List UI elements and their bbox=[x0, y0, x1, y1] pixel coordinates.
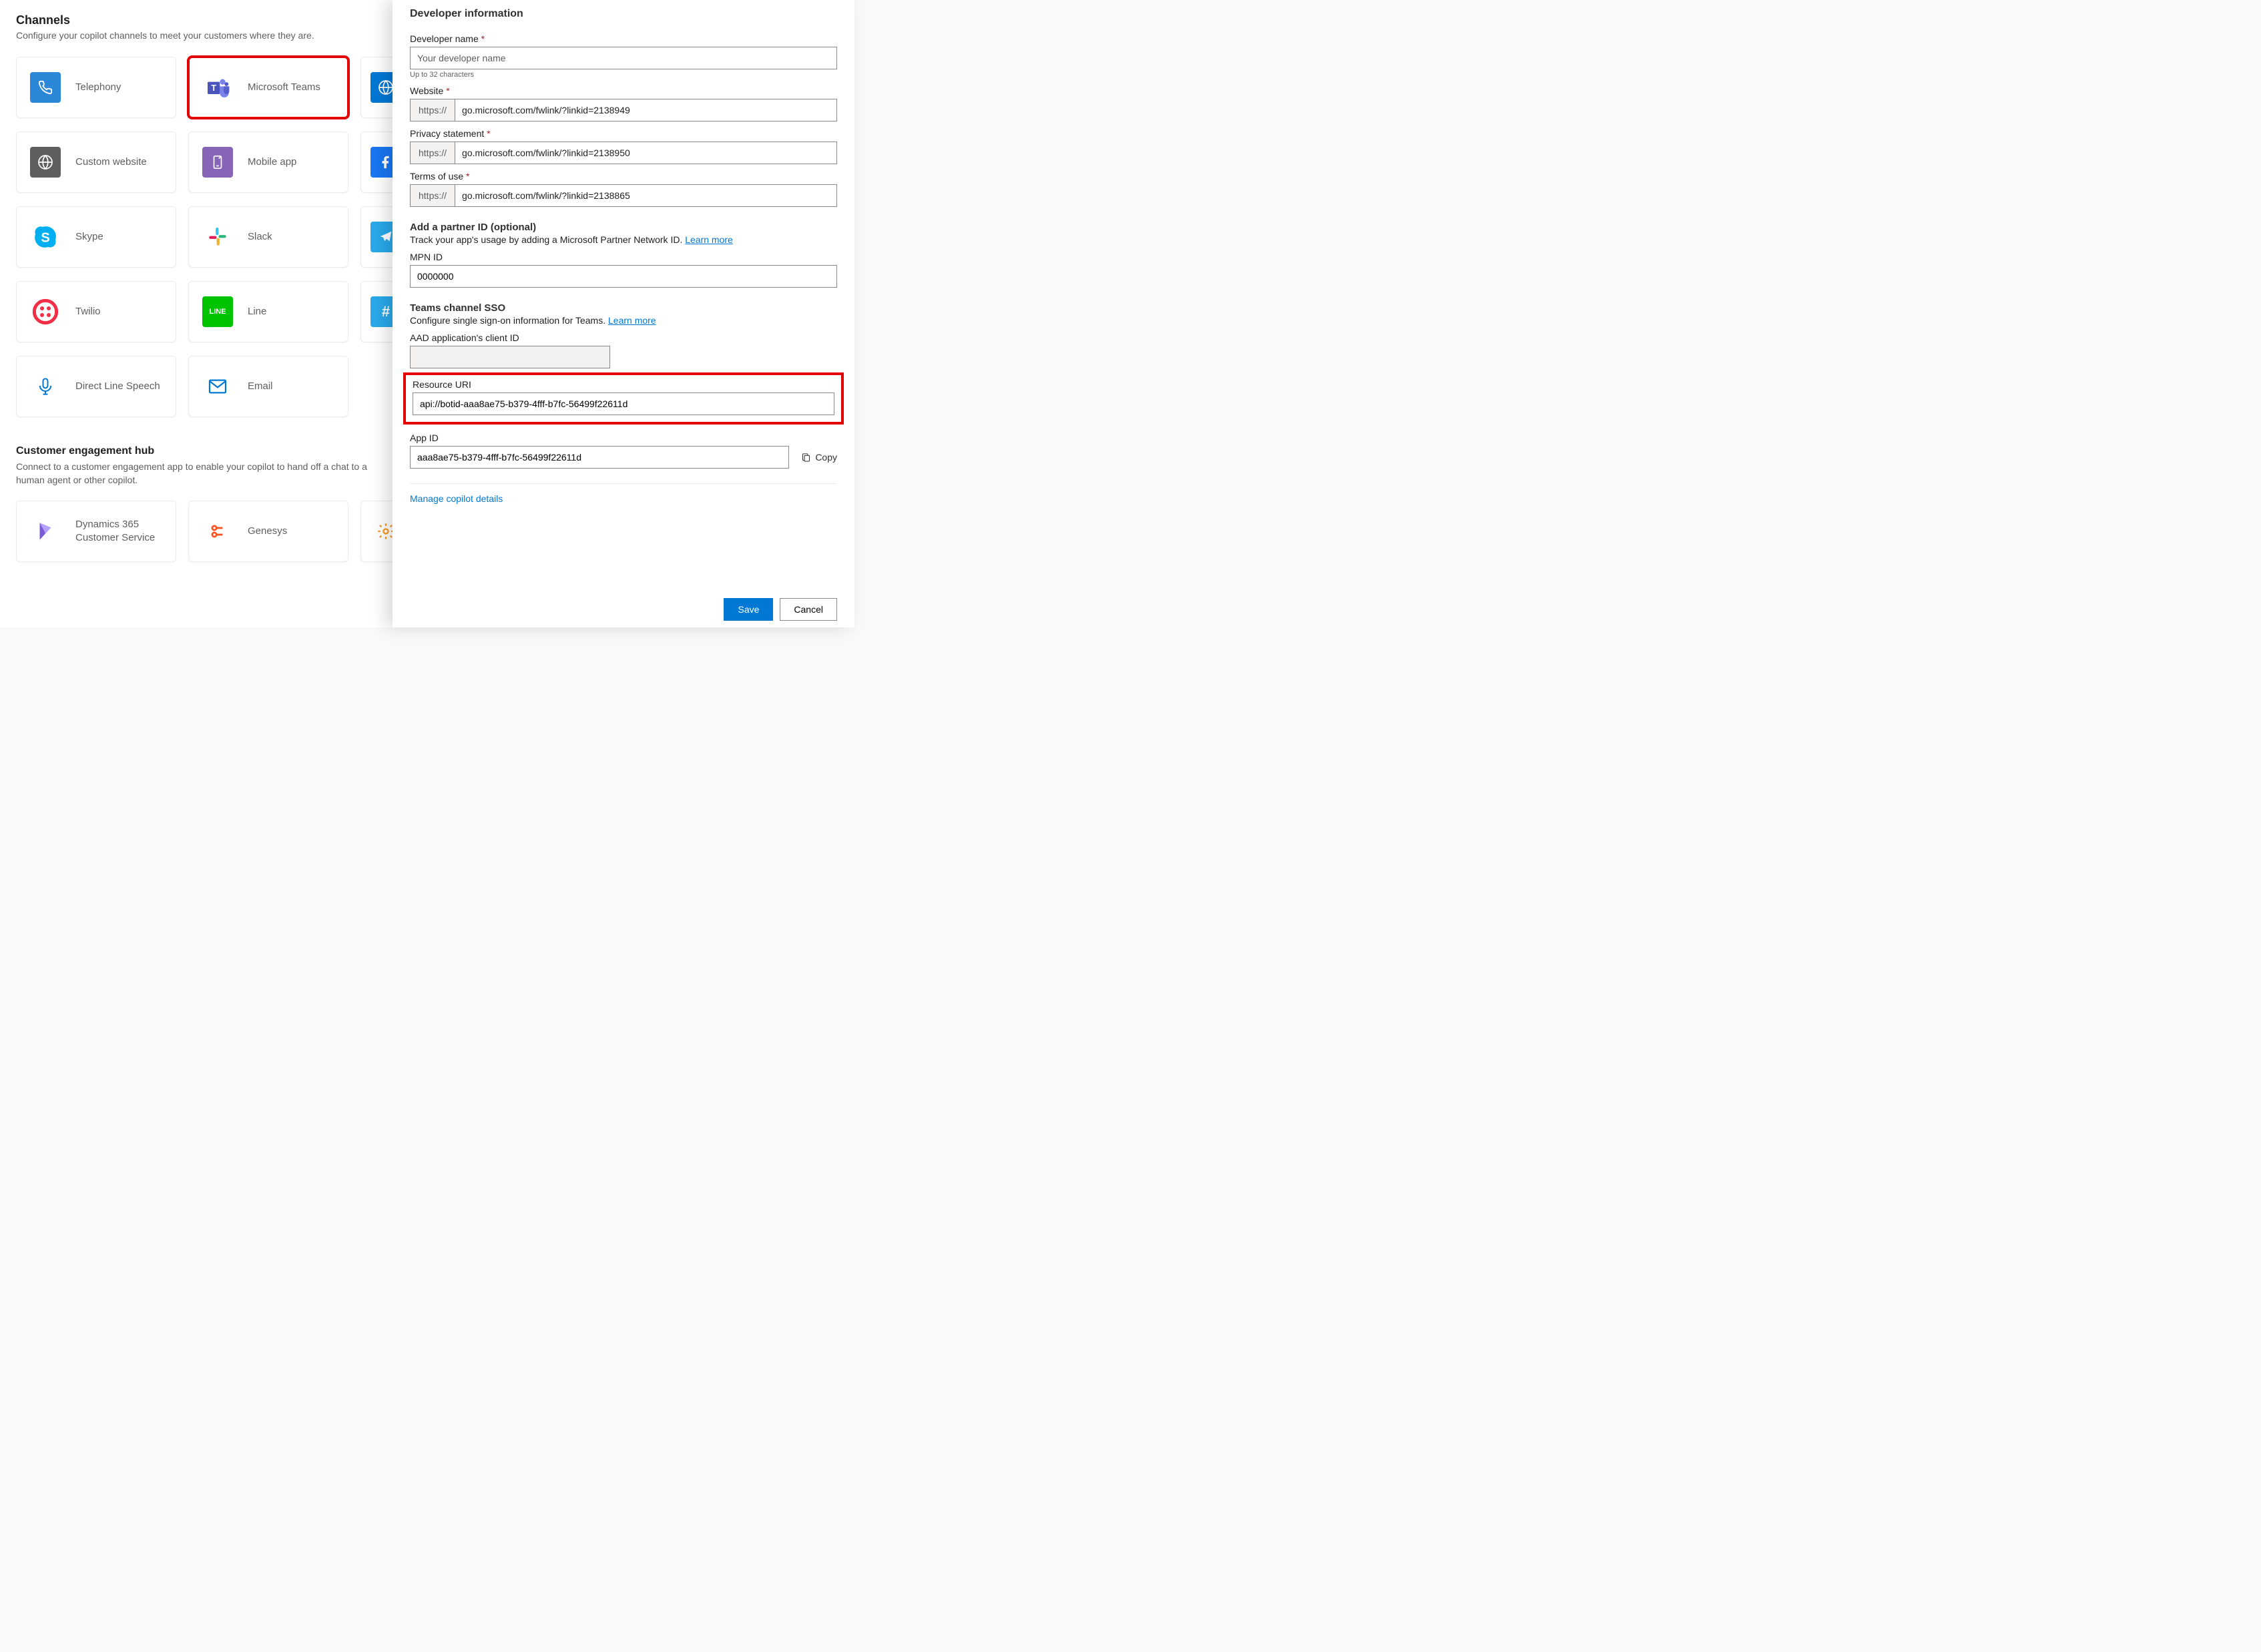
telegram-icon bbox=[370, 222, 393, 252]
hub-label: Genesys bbox=[248, 525, 287, 538]
channel-card-custom-website[interactable]: Custom website bbox=[16, 131, 176, 193]
facebook-icon bbox=[370, 147, 393, 178]
channel-card-email[interactable]: Email bbox=[188, 356, 348, 417]
microphone-icon bbox=[30, 371, 61, 402]
developer-name-label: Developer name bbox=[410, 33, 837, 44]
globe-icon bbox=[370, 72, 393, 103]
channel-card-teams[interactable]: T Microsoft Teams bbox=[188, 57, 348, 118]
genesys-icon bbox=[202, 516, 233, 547]
sso-description: Configure single sign-on information for… bbox=[410, 315, 837, 326]
channels-title: Channels bbox=[16, 13, 376, 27]
mobile-icon bbox=[202, 147, 233, 178]
email-icon bbox=[202, 371, 233, 402]
copy-button[interactable]: Copy bbox=[801, 446, 837, 469]
https-prefix: https:// bbox=[411, 99, 455, 121]
slack-icon bbox=[202, 222, 233, 252]
channel-label: Slack bbox=[248, 230, 272, 244]
divider bbox=[410, 483, 837, 484]
aad-client-id-label: AAD application's client ID bbox=[410, 332, 837, 343]
terms-input[interactable] bbox=[455, 185, 836, 206]
partner-description: Track your app's usage by adding a Micro… bbox=[410, 234, 837, 245]
developer-name-hint: Up to 32 characters bbox=[410, 71, 837, 79]
mpn-input[interactable] bbox=[410, 265, 837, 288]
channel-label: Custom website bbox=[75, 156, 147, 169]
privacy-input[interactable] bbox=[455, 142, 836, 164]
channel-card-facebook[interactable] bbox=[360, 131, 393, 193]
channel-label: Direct Line Speech bbox=[75, 380, 160, 393]
channels-pane: Channels Configure your copilot channels… bbox=[0, 0, 393, 627]
channel-label: Twilio bbox=[75, 305, 101, 318]
website-label: Website bbox=[410, 85, 837, 96]
skype-icon: S bbox=[30, 222, 61, 252]
twilio-icon bbox=[30, 296, 61, 327]
dynamics-icon bbox=[30, 516, 61, 547]
resource-uri-input[interactable] bbox=[413, 392, 834, 415]
save-button[interactable]: Save bbox=[724, 598, 773, 621]
channels-grid: Telephony T Microsoft Teams Custom websi… bbox=[16, 57, 376, 417]
terms-label: Terms of use bbox=[410, 171, 837, 182]
partner-learn-more-link[interactable]: Learn more bbox=[685, 234, 733, 245]
sso-heading: Teams channel SSO bbox=[410, 302, 837, 314]
resource-uri-label: Resource URI bbox=[413, 379, 834, 390]
channels-subtitle: Configure your copilot channels to meet … bbox=[16, 30, 376, 41]
svg-text:T: T bbox=[211, 83, 216, 93]
channel-label: Telephony bbox=[75, 81, 121, 94]
website-input[interactable] bbox=[455, 99, 836, 121]
channel-card-line[interactable]: LINE Line bbox=[188, 281, 348, 342]
line-icon: LINE bbox=[202, 296, 233, 327]
channel-label: Line bbox=[248, 305, 266, 318]
channel-card-mobile[interactable]: Mobile app bbox=[188, 131, 348, 193]
manage-copilot-details-link[interactable]: Manage copilot details bbox=[410, 493, 837, 504]
teams-icon: T bbox=[202, 72, 233, 103]
website-input-group: https:// bbox=[410, 99, 837, 121]
hub-card-salesforce[interactable] bbox=[360, 501, 393, 562]
aad-client-id-input[interactable] bbox=[410, 346, 610, 368]
channel-label: Email bbox=[248, 380, 273, 393]
partner-heading: Add a partner ID (optional) bbox=[410, 222, 837, 233]
channel-card-slack[interactable]: Slack bbox=[188, 206, 348, 268]
hub-grid: Dynamics 365 Customer Service Genesys bbox=[16, 501, 376, 562]
gear-icon bbox=[370, 516, 393, 547]
app-id-input[interactable] bbox=[410, 446, 789, 469]
hub-card-d365[interactable]: Dynamics 365 Customer Service bbox=[16, 501, 176, 562]
terms-input-group: https:// bbox=[410, 184, 837, 207]
channel-card-twilio[interactable]: Twilio bbox=[16, 281, 176, 342]
channel-label: Mobile app bbox=[248, 156, 296, 169]
hub-card-genesys[interactable]: Genesys bbox=[188, 501, 348, 562]
mpn-label: MPN ID bbox=[410, 252, 837, 262]
developer-name-input[interactable] bbox=[410, 47, 837, 69]
phone-icon bbox=[30, 72, 61, 103]
copy-icon bbox=[801, 452, 811, 463]
hub-subtitle: Connect to a customer engagement app to … bbox=[16, 460, 376, 487]
privacy-input-group: https:// bbox=[410, 142, 837, 164]
hub-label: Dynamics 365 Customer Service bbox=[75, 518, 162, 544]
channel-label: Skype bbox=[75, 230, 103, 244]
developer-info-heading: Developer information bbox=[410, 8, 837, 20]
settings-panel: Developer information Developer name Up … bbox=[393, 0, 854, 627]
channel-card-skype[interactable]: S Skype bbox=[16, 206, 176, 268]
page-root: Channels Configure your copilot channels… bbox=[0, 0, 854, 627]
channel-card-direct-line-speech[interactable]: Direct Line Speech bbox=[16, 356, 176, 417]
channel-card-telephony[interactable]: Telephony bbox=[16, 57, 176, 118]
https-prefix: https:// bbox=[411, 142, 455, 164]
hub-title: Customer engagement hub bbox=[16, 445, 376, 457]
resource-uri-highlight: Resource URI bbox=[403, 372, 844, 425]
privacy-label: Privacy statement bbox=[410, 128, 837, 139]
app-id-row: Copy bbox=[410, 446, 837, 469]
https-prefix: https:// bbox=[411, 185, 455, 206]
sso-learn-more-link[interactable]: Learn more bbox=[608, 315, 656, 326]
globe-icon bbox=[30, 147, 61, 178]
channel-label: Microsoft Teams bbox=[248, 81, 320, 94]
svg-text:S: S bbox=[41, 231, 49, 246]
channel-card-demo-website[interactable] bbox=[360, 57, 393, 118]
channel-card-groupme[interactable]: # bbox=[360, 281, 393, 342]
panel-footer: Save Cancel bbox=[410, 589, 837, 627]
groupme-icon: # bbox=[370, 296, 393, 327]
app-id-label: App ID bbox=[410, 433, 837, 443]
channel-card-telegram[interactable] bbox=[360, 206, 393, 268]
cancel-button[interactable]: Cancel bbox=[780, 598, 837, 621]
